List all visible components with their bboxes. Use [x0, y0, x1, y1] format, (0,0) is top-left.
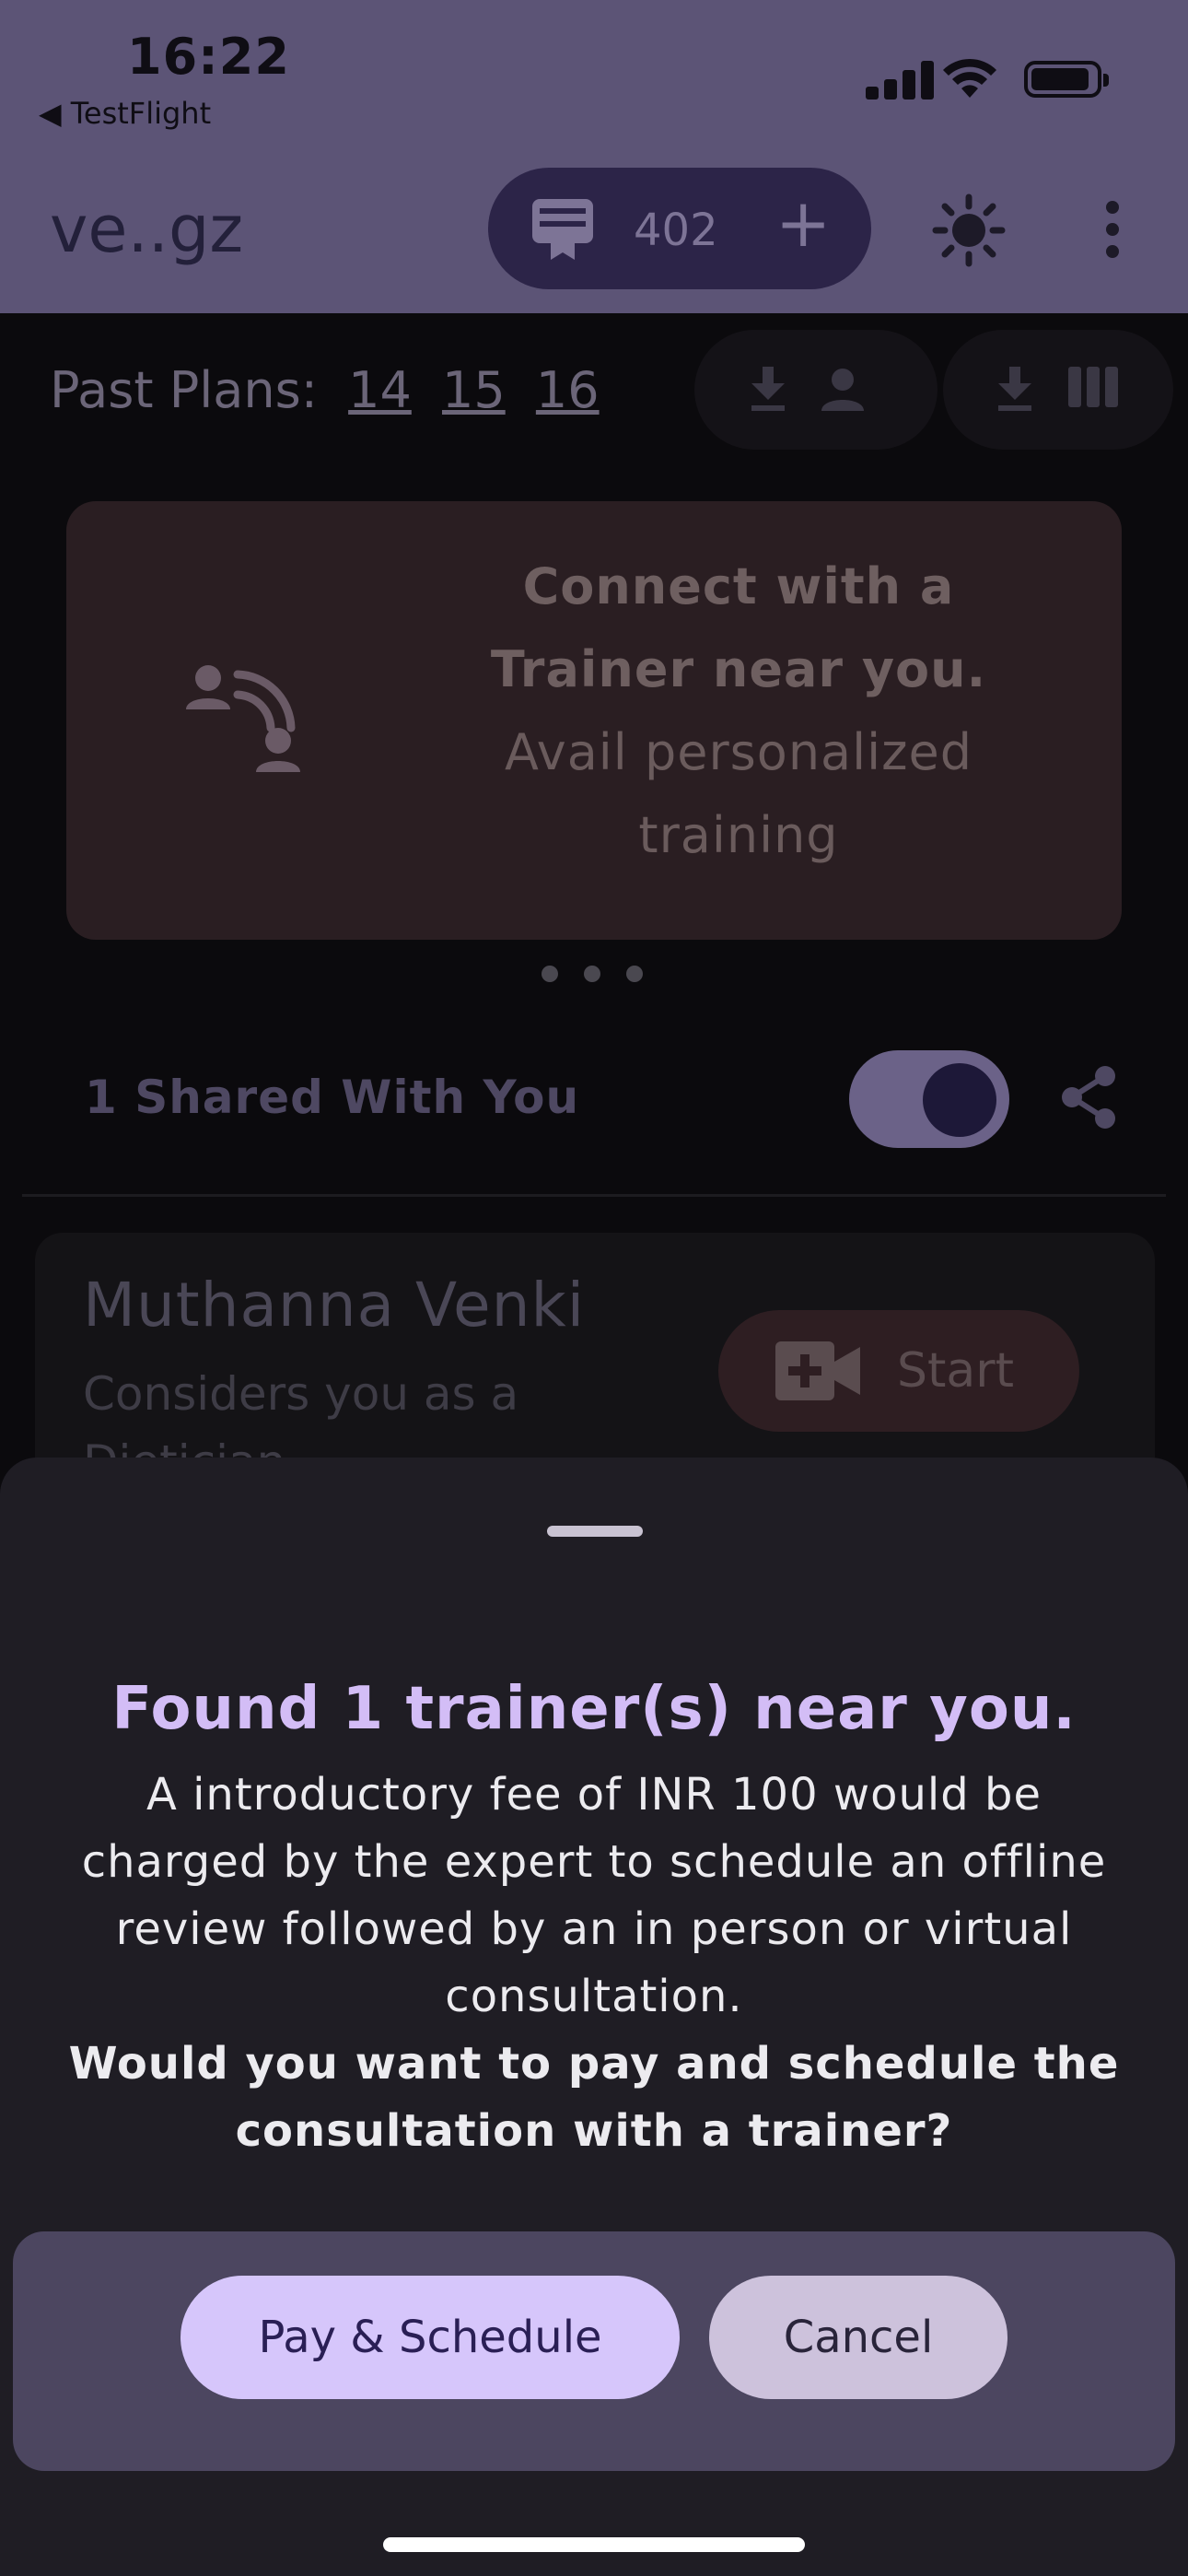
download-profile-button[interactable] — [694, 330, 938, 450]
share-icon[interactable] — [1059, 1065, 1118, 1130]
past-plans-label: Past Plans: — [50, 361, 318, 419]
promo-title: Connect with a Trainer near you. — [490, 557, 987, 698]
battery-icon — [1024, 61, 1109, 98]
past-plan-link[interactable]: 16 — [536, 361, 600, 419]
pay-and-schedule-button[interactable]: Pay & Schedule — [181, 2276, 680, 2399]
promo-subtitle: Avail personalized training — [504, 723, 973, 864]
divider — [22, 1194, 1166, 1197]
person-icon — [821, 369, 864, 411]
status-icons — [866, 57, 1114, 100]
app-brand: ve..gz — [50, 192, 244, 267]
cancel-button[interactable]: Cancel — [709, 2276, 1007, 2399]
sheet-question: Would you want to pay and schedule the c… — [68, 2038, 1120, 2157]
trainer-name: Muthanna Venki — [83, 1270, 586, 1341]
more-vert-icon[interactable] — [1101, 201, 1124, 260]
credits-count: 402 — [634, 205, 718, 256]
past-plans: Past Plans: 14 15 16 — [50, 361, 600, 419]
trainer-promo-card[interactable]: Connect with a Trainer near you. Avail p… — [66, 501, 1122, 940]
shared-with-you-label: 1 Shared With You — [85, 1071, 580, 1124]
status-time: 16:22 — [127, 28, 290, 86]
download-icon — [998, 367, 1031, 411]
carousel-indicator — [542, 966, 652, 984]
video-call-icon — [775, 1341, 860, 1400]
wifi-icon — [943, 58, 996, 98]
sheet-actions: Pay & Schedule Cancel — [13, 2231, 1175, 2471]
past-plan-link[interactable]: 15 — [442, 361, 506, 419]
connect-trainer-icon — [186, 665, 300, 772]
receipt-badge-icon — [532, 199, 593, 260]
download-icon — [751, 367, 785, 411]
past-plan-link[interactable]: 14 — [348, 361, 412, 419]
brightness-icon[interactable] — [932, 193, 1006, 267]
sheet-body: A introductory fee of INR 100 would be c… — [81, 1769, 1107, 2022]
start-label: Start — [897, 1343, 1015, 1399]
download-columns-button[interactable] — [943, 330, 1173, 450]
shared-toggle[interactable] — [849, 1050, 1009, 1148]
home-indicator[interactable] — [383, 2537, 805, 2552]
start-video-button[interactable]: Start — [718, 1310, 1079, 1432]
back-to-testflight-link[interactable]: ◀ TestFlight — [39, 96, 211, 131]
view-columns-icon — [1068, 367, 1118, 407]
credits-pill[interactable]: 402 + — [488, 168, 871, 289]
trainer-found-sheet: Found 1 trainer(s) near you. A introduct… — [0, 1458, 1188, 2576]
sheet-drag-handle[interactable] — [547, 1526, 643, 1537]
app-bar: 16:22 ◀ TestFlight ve..gz 402 + — [0, 0, 1188, 313]
sheet-title: Found 1 trainer(s) near you. — [111, 1675, 1077, 1743]
add-icon[interactable]: + — [775, 190, 831, 256]
